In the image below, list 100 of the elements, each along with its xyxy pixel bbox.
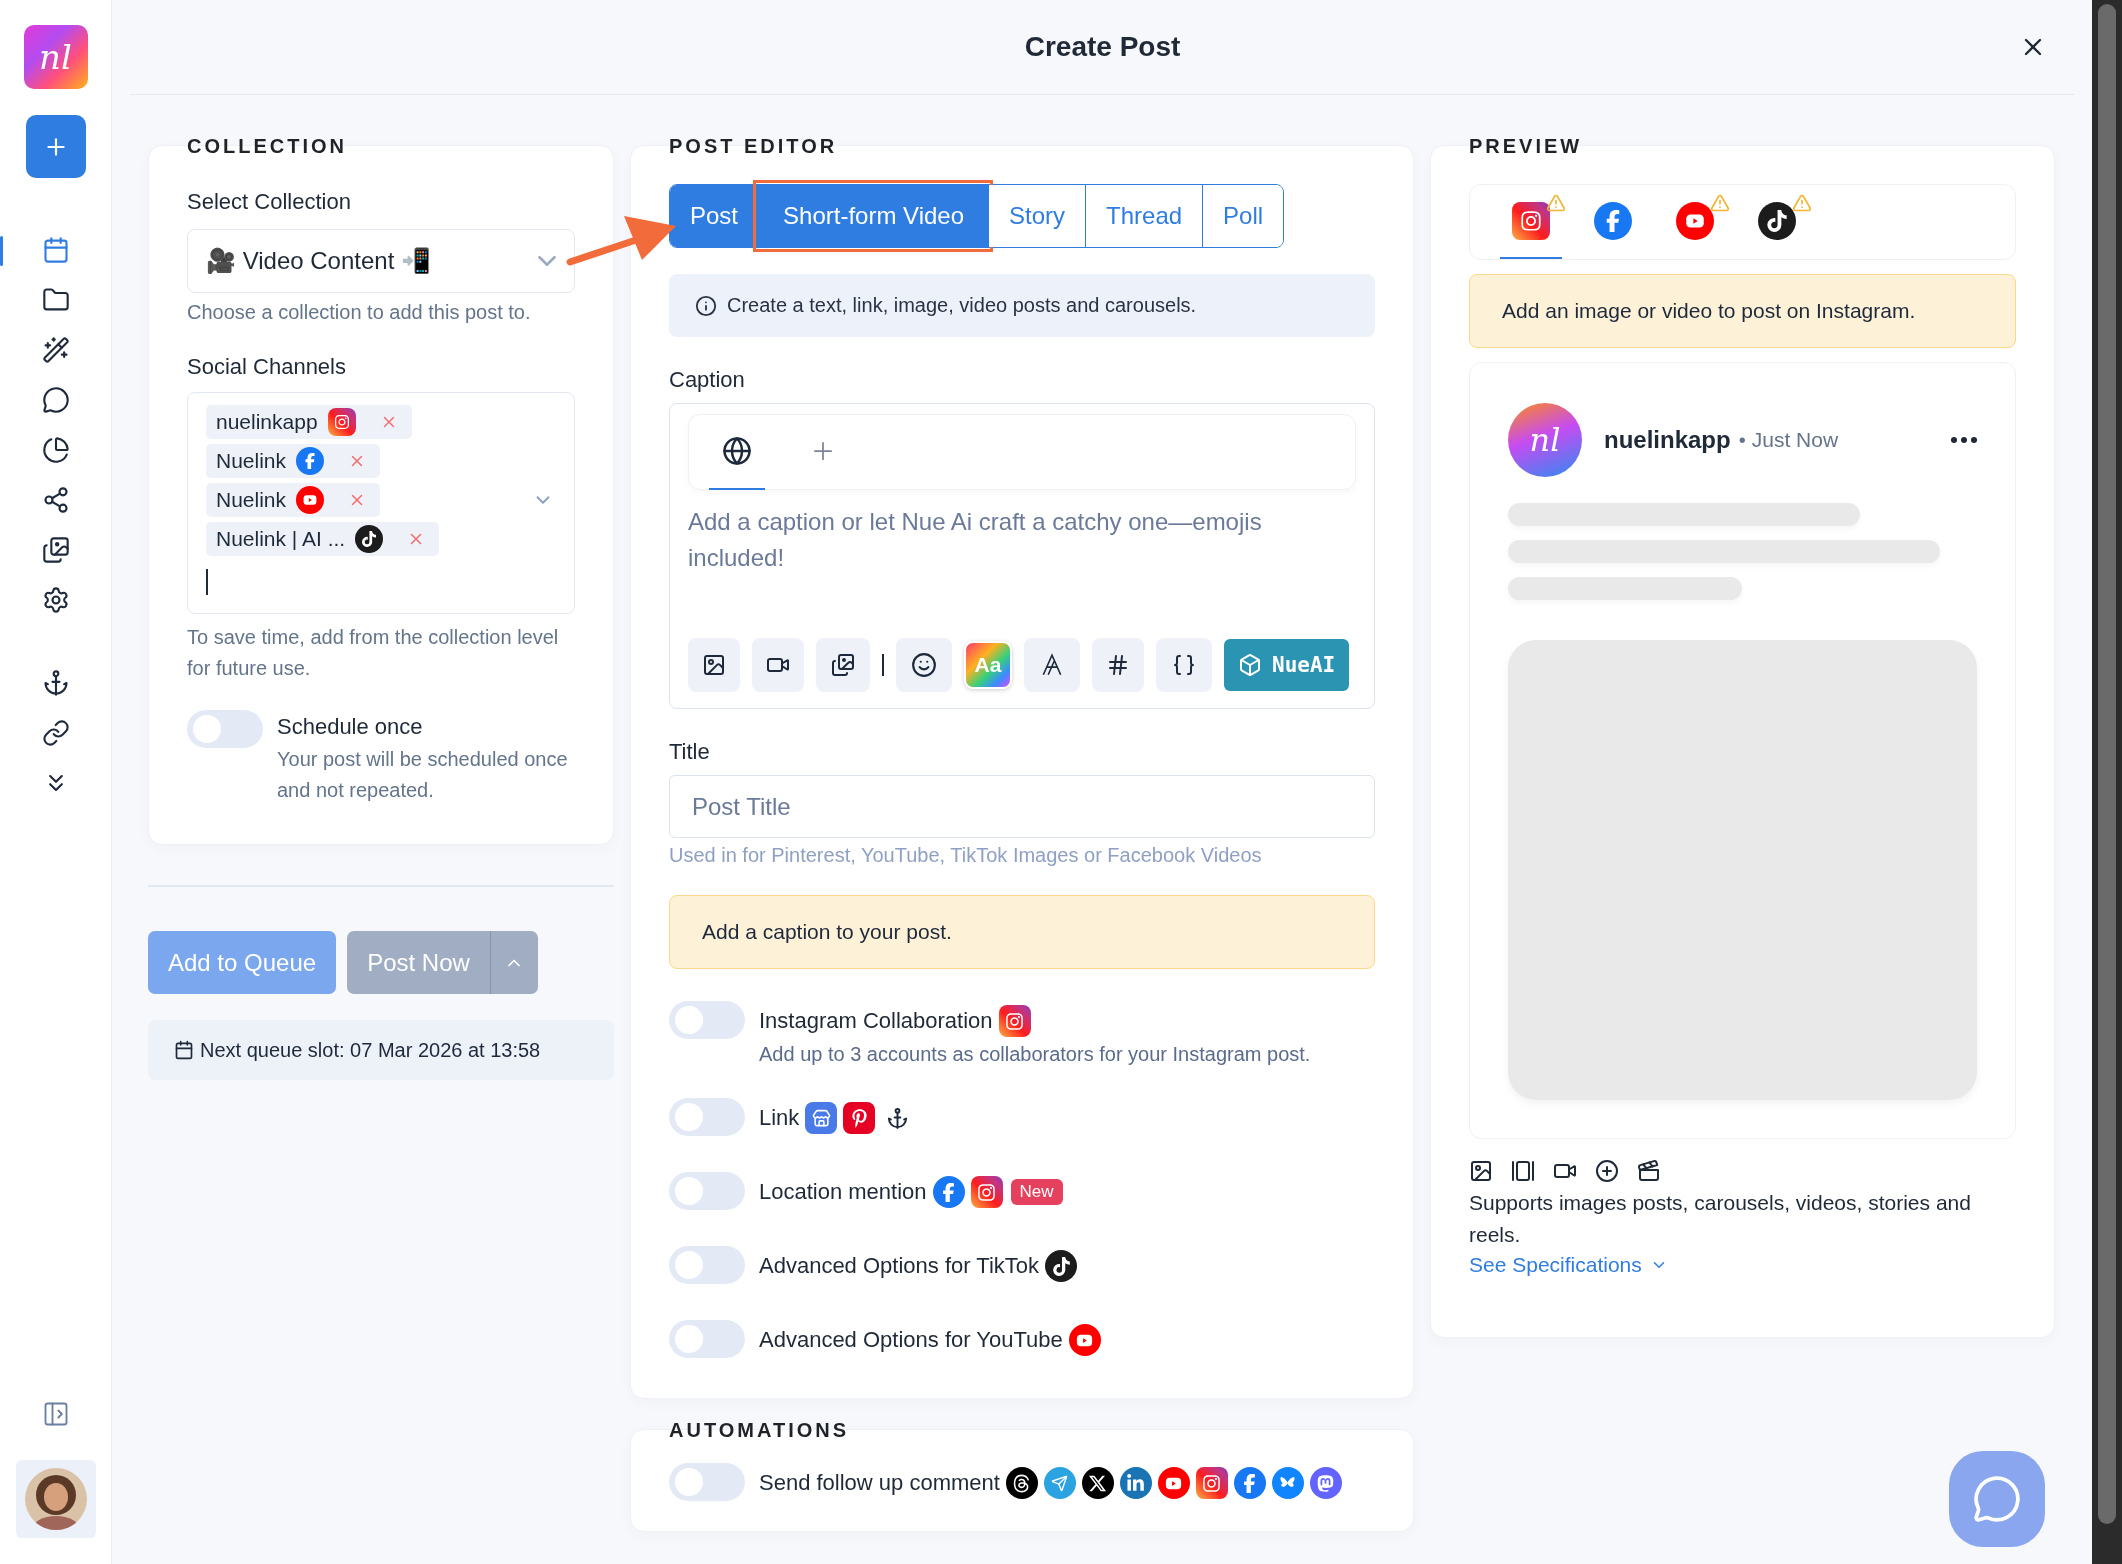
add-to-queue-button[interactable]: Add to Queue [148,931,337,994]
section-heading: POST EDITOR [669,135,839,157]
new-badge: New [1010,1179,1063,1205]
channel-chip[interactable]: Nuelink [206,483,381,517]
anchor-icon[interactable] [41,669,70,697]
reel-icon [1637,1159,1661,1183]
title-field[interactable]: Post Title [669,775,1375,838]
toggle-switch[interactable] [187,710,263,748]
warning-icon [1792,193,1812,213]
chevron-down-icon [538,256,556,266]
channels-field[interactable]: nuelinkapp Nuelink Nuelink Nuelink | AI ... [187,392,575,614]
new-post-button[interactable] [25,115,86,178]
option-label: Advanced Options for TikTok [759,1253,1040,1279]
toggle-switch[interactable] [669,1246,745,1284]
calendar-icon [174,1040,194,1060]
linkedin-icon [1119,1467,1152,1499]
hashtag-icon [1106,653,1130,677]
chat-icon[interactable] [41,386,70,414]
instagram-icon [998,1005,1031,1037]
threads-icon [1005,1467,1038,1499]
image-button[interactable] [688,638,740,692]
toggle-switch[interactable] [669,1001,745,1039]
helper-text: Choose a collection to add this post to. [187,300,532,325]
warning-icon [1710,193,1730,213]
info-icon [695,294,717,317]
more-button[interactable] [1951,437,1977,443]
user-avatar[interactable] [15,1460,96,1538]
toggle-switch[interactable] [669,1320,745,1358]
post-time: Just Now [1751,428,1839,452]
image-icon [702,653,726,677]
toggle-switch[interactable] [669,1098,745,1136]
toggle-description: Your post will be scheduled once and not repeated. [277,747,569,803]
globe-icon [722,436,752,466]
toggle-label: Schedule once [277,714,424,740]
option-label: Location mention [759,1179,927,1205]
youtube-icon [1676,202,1714,240]
images-icon[interactable] [41,536,70,564]
tiktok-icon [355,525,384,553]
app-logo[interactable]: nl [23,25,88,89]
dialog-title: Create Post [1024,31,1181,63]
more-icon [1951,437,1977,443]
pinterest-icon [843,1102,876,1134]
field-label: Social Channels [187,354,347,380]
warning-text: Add a caption to your post. [702,920,952,944]
scrollbar[interactable] [2092,0,2122,1564]
option-label: Link [759,1105,800,1131]
chat-icon [1972,1474,2022,1524]
instagram-icon [1195,1467,1228,1499]
helper-text: To save time, add from the collection level for future use. [187,625,560,681]
instagram-icon [970,1176,1003,1208]
account-name: nuelinkapp [1604,426,1731,454]
settings-icon[interactable] [41,586,70,614]
post-type-tab[interactable]: Post [670,185,759,247]
mastodon-icon [1309,1467,1342,1499]
image-icon [1469,1159,1493,1183]
instagram-icon [327,408,356,436]
info-text: Create a text, link, image, video posts and carousels. [727,294,1197,317]
account-avatar: nl [1508,403,1582,477]
magic-wand-icon[interactable] [41,336,70,364]
section-heading: COLLECTION [187,135,348,157]
section-heading: AUTOMATIONS [669,1419,851,1441]
specifications-link[interactable]: See Specifications [1469,1253,1668,1277]
collection-select[interactable]: 🎥 Video Content 📲 [187,229,575,293]
option-label: Send follow up comment [759,1470,1000,1496]
emoji-button[interactable] [896,638,952,692]
x-icon [1081,1467,1114,1499]
option-label: Instagram Collaboration [759,1008,993,1034]
braces-icon [1172,653,1196,677]
gallery-button[interactable] [816,638,870,692]
post-now-button[interactable]: Post Now [347,931,490,994]
bluesky-icon [1271,1467,1304,1499]
youtube-icon [296,486,325,514]
toggle-switch[interactable] [669,1463,745,1501]
carousel-icon [1511,1159,1535,1183]
youtube-icon [1157,1467,1190,1499]
field-label: Title [669,739,711,765]
ai-button[interactable]: NueAI [1224,639,1350,691]
variables-button[interactable] [1156,638,1212,692]
facebook-icon [296,447,325,475]
telegram-icon [1043,1467,1076,1499]
channel-chip[interactable]: nuelinkapp [206,405,412,439]
hashtag-button[interactable] [1092,638,1144,692]
gallery-icon [831,653,855,677]
facebook-icon [1594,202,1632,240]
tiktok-icon [1758,202,1796,240]
field-label: Select Collection [187,189,352,215]
font-button[interactable] [1024,638,1080,692]
video-button[interactable] [752,638,804,692]
post-type-tab[interactable]: Poll [1202,185,1284,247]
pie-chart-icon[interactable] [41,436,70,464]
supports-text: Supports images posts, carousels, videos, stories and reels. [1469,1190,1972,1248]
channel-chip[interactable]: Nuelink | AI ... [206,522,440,556]
link-icon[interactable] [41,719,70,747]
channel-chip[interactable]: Nuelink [206,444,381,478]
calendar-icon[interactable] [41,236,70,264]
toggle-switch[interactable] [669,1172,745,1210]
instagram-icon [1512,202,1550,240]
warning-icon [1546,193,1566,213]
facebook-icon [932,1176,965,1208]
youtube-icon [1068,1324,1101,1356]
